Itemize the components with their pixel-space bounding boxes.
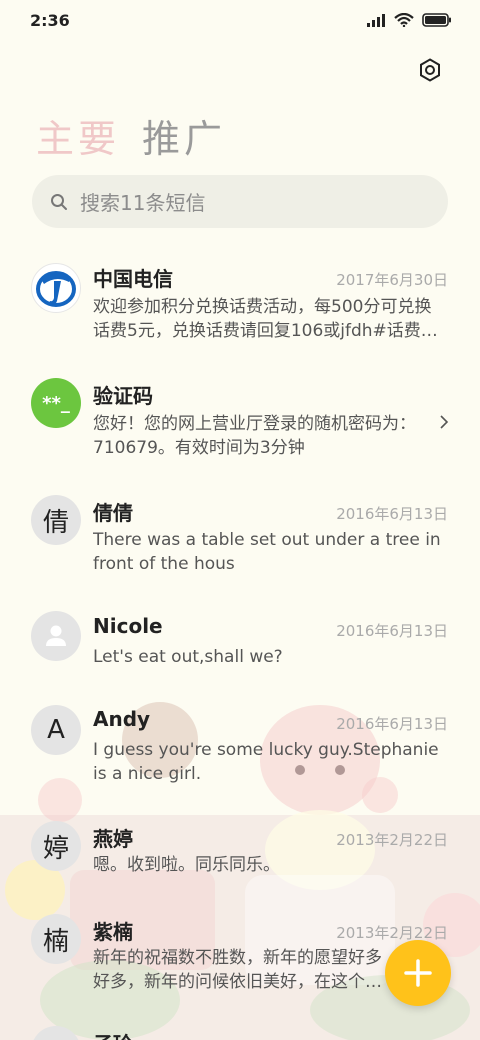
message-date: 2013年2月22日 <box>336 831 448 849</box>
message-date: 2016年6月13日 <box>336 505 448 523</box>
contact-name: Nicole <box>93 614 163 638</box>
search-placeholder: 搜索11条短信 <box>80 191 206 215</box>
message-date: 2016年6月13日 <box>336 715 448 733</box>
contact-avatar: A <box>31 705 81 755</box>
contact-name: Andy <box>93 707 151 731</box>
contact-name: 中国电信 <box>93 267 173 291</box>
new-message-button[interactable] <box>385 940 451 1006</box>
search-icon <box>51 193 67 210</box>
contact-name: 燕婷 <box>93 827 133 851</box>
wifi-icon <box>394 13 414 27</box>
conversation-item[interactable]: 中国电信 2017年6月30日 欢迎参加积分兑换话费活动，每500分可兑换话费5… <box>0 255 480 365</box>
search-input[interactable]: 搜索11条短信 <box>32 175 448 228</box>
message-preview: 您好！您的网上营业厅登录的随机密码为：710679。有效时间为3分钟 <box>93 414 416 458</box>
conversation-item[interactable]: A Andy 2016年6月13日 I guess you're some lu… <box>0 699 480 809</box>
signal-icon <box>367 14 385 27</box>
contact-avatar: 楠 <box>31 914 81 964</box>
message-preview: 新年的祝福数不胜数，新年的愿望好多好多，新年的问候依旧美好，在这个温馨的时刻 <box>93 948 382 992</box>
message-date: 2013年2月22日 <box>336 924 448 942</box>
status-icons <box>366 13 452 27</box>
contact-name: 倩倩 <box>93 501 133 525</box>
china-telecom-logo <box>31 263 81 313</box>
tab-bar: 主要 推广 <box>36 108 226 163</box>
plus-icon <box>404 959 432 987</box>
message-date: 2016年6月13日 <box>336 622 448 640</box>
person-icon <box>46 625 66 646</box>
conversation-item[interactable]: **_ 验证码 您好！您的网上营业厅登录的随机密码为：710679。有效时间为3… <box>0 372 480 482</box>
contact-name: 子玲 <box>93 1028 133 1040</box>
message-preview: 嗯。收到啦。同乐同乐。 <box>93 855 280 875</box>
battery-icon <box>422 13 451 27</box>
status-bar: 2:36 <box>0 0 480 40</box>
tab-primary[interactable]: 主要 <box>36 108 120 163</box>
message-preview: 欢迎参加积分兑换话费活动，每500分可兑换话费5元，兑换话费请回复106或jfd… <box>93 297 438 341</box>
contact-avatar <box>31 611 81 661</box>
contact-avatar <box>31 1026 81 1040</box>
message-date: 2017年6月30日 <box>336 271 448 289</box>
conversation-item[interactable]: 子玲 <box>0 1020 480 1040</box>
message-preview: There was a table set out under a tree i… <box>93 530 441 574</box>
telecom-logo-icon <box>36 271 76 307</box>
conversation-item[interactable]: 倩 倩倩 2016年6月13日 There was a table set ou… <box>0 489 480 599</box>
contact-name: 验证码 <box>93 384 153 408</box>
status-time: 2:36 <box>30 10 70 30</box>
message-preview: I guess you're some lucky guy.Stephanie … <box>93 740 439 784</box>
message-preview: Let's eat out,shall we? <box>93 647 283 667</box>
settings-icon <box>420 58 440 82</box>
settings-button[interactable] <box>414 54 446 86</box>
contact-avatar: 倩 <box>31 495 81 545</box>
tab-promotions[interactable]: 推广 <box>142 108 226 163</box>
contact-avatar: 婷 <box>31 821 81 871</box>
verification-avatar: **_ <box>31 378 81 428</box>
chevron-right-icon <box>440 415 449 429</box>
contact-name: 紫楠 <box>93 920 133 944</box>
